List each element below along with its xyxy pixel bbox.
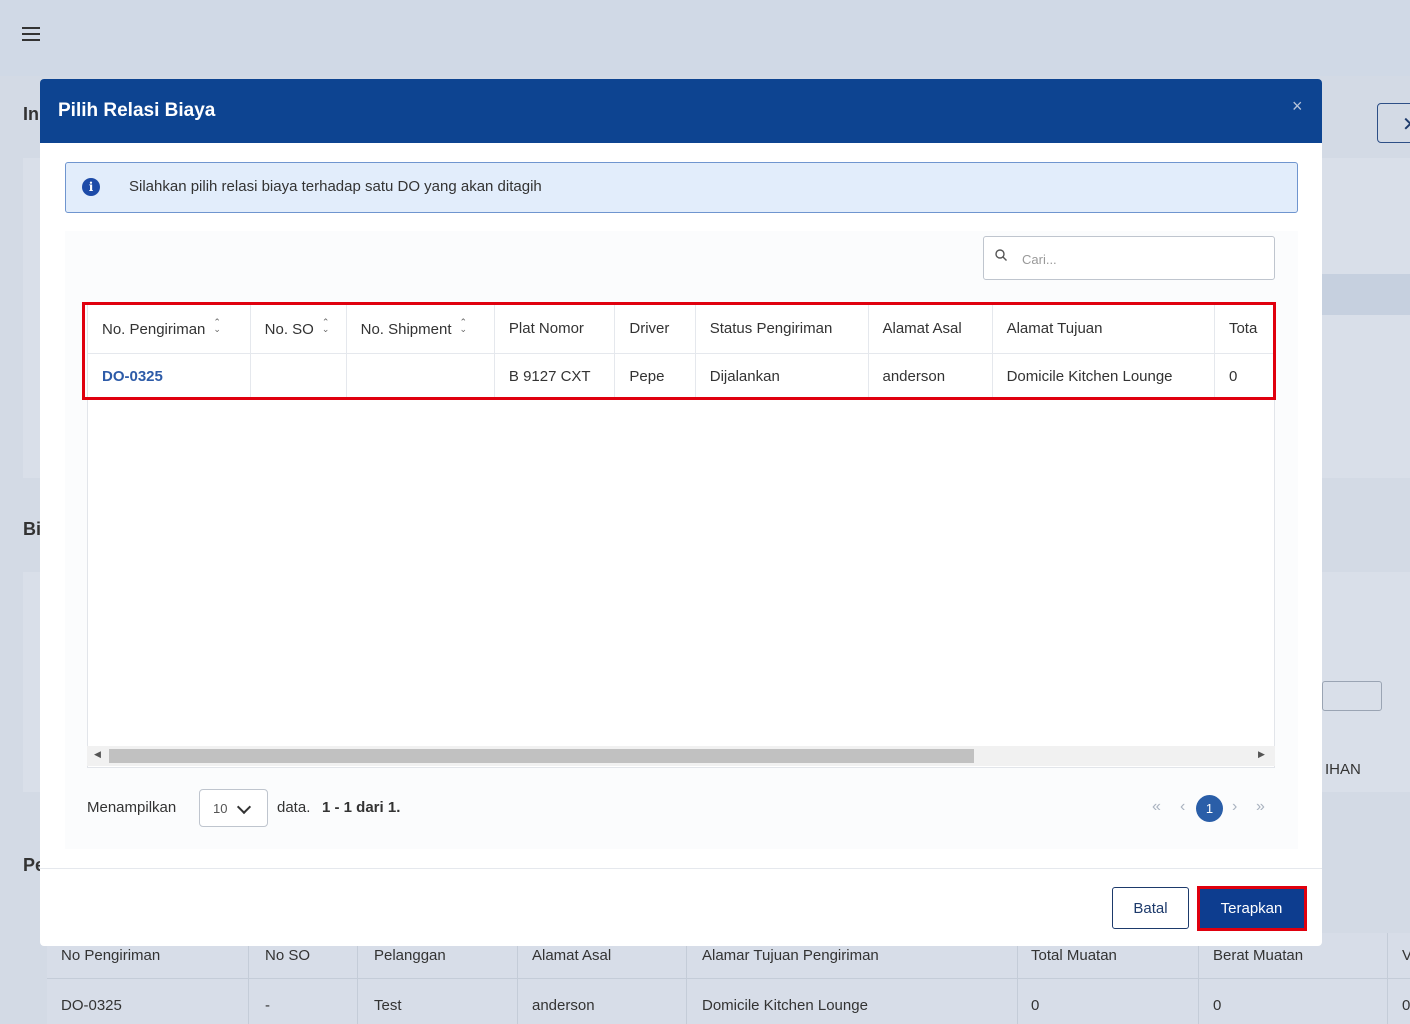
prev-page-icon[interactable]: ‹	[1180, 798, 1185, 816]
background-cell: 0	[1402, 997, 1410, 1014]
close-icon: ✕	[1402, 112, 1410, 137]
background-cell: DO-0325	[61, 997, 122, 1014]
table-row[interactable]: DO-0325 B 9127 CXT Pepe Dijalankan ander…	[88, 353, 1274, 400]
column-header-plat-nomor: Plat Nomor	[494, 305, 616, 354]
background-cell: 0	[1213, 997, 1222, 1014]
background-side-text: IHAN	[1325, 761, 1361, 778]
scroll-left-icon[interactable]: ◀	[94, 749, 101, 760]
column-header-status-pengiriman: Status Pengiriman	[695, 305, 869, 354]
footer-divider	[40, 868, 1322, 869]
delivery-table: No. Pengiriman ⌃ ⌄ No. SO ⌃ ⌄ No. Shipment ⌃ ⌄…	[88, 305, 1274, 400]
column-header-total: Tota	[1214, 305, 1274, 354]
background-input[interactable]	[1322, 681, 1382, 711]
search-icon	[995, 249, 1007, 261]
delivery-table-container: No. Pengiriman ⌃ ⌄ No. SO ⌃ ⌄ No. Shipment ⌃ ⌄…	[87, 304, 1275, 768]
background-cell: 0	[1031, 997, 1040, 1014]
search-box	[983, 236, 1275, 280]
sort-icon[interactable]: ⌃ ⌄	[322, 318, 330, 334]
page-size-value: 10	[213, 801, 228, 816]
background-cell: Domicile Kitchen Lounge	[702, 997, 868, 1014]
modal-title: Pilih Relasi Biaya	[58, 100, 216, 121]
info-icon: i	[82, 178, 100, 196]
column-header-alamat-tujuan: Alamat Tujuan	[992, 305, 1215, 354]
background-table: No Pengiriman No SO Pelanggan Alamat Asa…	[47, 933, 1410, 1024]
background-strip	[1322, 274, 1410, 315]
info-text: Silahkan pilih relasi biaya terhadap sat…	[129, 178, 542, 195]
background-column-header: Alamat Asal	[532, 947, 612, 964]
sort-icon[interactable]: ⌃ ⌄	[213, 318, 221, 334]
apply-button[interactable]: Terapkan	[1199, 888, 1304, 928]
sort-icon[interactable]: ⌃ ⌄	[460, 318, 468, 334]
showing-label: Menampilkan	[87, 799, 177, 816]
data-label: data.	[277, 799, 311, 816]
close-icon[interactable]: ×	[1292, 96, 1303, 117]
cell-no-pengiriman[interactable]: DO-0325	[88, 353, 251, 400]
column-header-alamat-asal: Alamat Asal	[868, 305, 993, 354]
next-page-icon[interactable]: ›	[1232, 798, 1237, 816]
background-cell: Test	[374, 997, 402, 1014]
page-size-select[interactable]: 10	[199, 789, 268, 827]
chevron-down-icon	[236, 799, 252, 815]
first-page-icon[interactable]: «	[1152, 798, 1161, 816]
cell-no-so	[250, 353, 347, 400]
horizontal-scrollbar[interactable]: ◀ ▶	[87, 746, 1275, 766]
data-range: 1 - 1 dari 1.	[322, 799, 401, 816]
background-column-header: V	[1402, 947, 1410, 964]
cancel-button[interactable]: Batal	[1112, 887, 1189, 929]
background-column-header: Pelanggan	[374, 947, 446, 964]
table-header-row: No. Pengiriman ⌃ ⌄ No. SO ⌃ ⌄ No. Shipment ⌃ ⌄…	[88, 305, 1274, 354]
column-header-no-pengiriman[interactable]: No. Pengiriman ⌃ ⌄	[88, 305, 251, 354]
last-page-icon[interactable]: »	[1256, 798, 1265, 816]
column-header-no-so[interactable]: No. SO ⌃ ⌄	[250, 305, 347, 354]
column-header-label: No. Pengiriman	[102, 321, 206, 339]
hamburger-menu-icon[interactable]	[22, 27, 40, 41]
column-header-label: No. Shipment	[360, 321, 452, 339]
background-cell: -	[265, 997, 270, 1014]
cell-alamat-tujuan: Domicile Kitchen Lounge	[992, 353, 1215, 400]
column-header-no-shipment[interactable]: No. Shipment ⌃ ⌄	[346, 305, 495, 354]
search-input[interactable]	[1020, 248, 1264, 270]
modal-header: Pilih Relasi Biaya ×	[40, 79, 1322, 143]
background-close-button[interactable]: ✕	[1377, 103, 1410, 143]
column-header-label: No. SO	[264, 321, 314, 339]
cell-plat-nomor: B 9127 CXT	[494, 353, 616, 400]
background-column-header: Alamar Tujuan Pengiriman	[702, 947, 879, 964]
background-heading: Bi	[23, 519, 41, 539]
scrollbar-thumb[interactable]	[109, 749, 974, 763]
background-cell: anderson	[532, 997, 595, 1014]
cell-no-shipment	[346, 353, 495, 400]
cell-status-pengiriman: Dijalankan	[695, 353, 869, 400]
select-cost-relation-modal: Pilih Relasi Biaya × i Silahkan pilih re…	[40, 79, 1322, 946]
cell-alamat-asal: anderson	[868, 353, 993, 400]
cell-total: 0	[1214, 353, 1274, 400]
top-bar	[0, 0, 1410, 76]
background-column-header: Berat Muatan	[1213, 947, 1304, 964]
scroll-right-icon[interactable]: ▶	[1258, 749, 1265, 760]
background-heading: In	[23, 104, 39, 124]
delivery-order-link[interactable]: DO-0325	[102, 368, 163, 385]
background-column-header: No Pengiriman	[61, 947, 161, 964]
column-header-driver: Driver	[614, 305, 696, 354]
cell-driver: Pepe	[614, 353, 696, 400]
background-column-header: No SO	[265, 947, 311, 964]
page-number-current[interactable]: 1	[1196, 795, 1223, 822]
info-alert: i Silahkan pilih relasi biaya terhadap s…	[65, 162, 1298, 213]
background-column-header: Total Muatan	[1031, 947, 1117, 964]
